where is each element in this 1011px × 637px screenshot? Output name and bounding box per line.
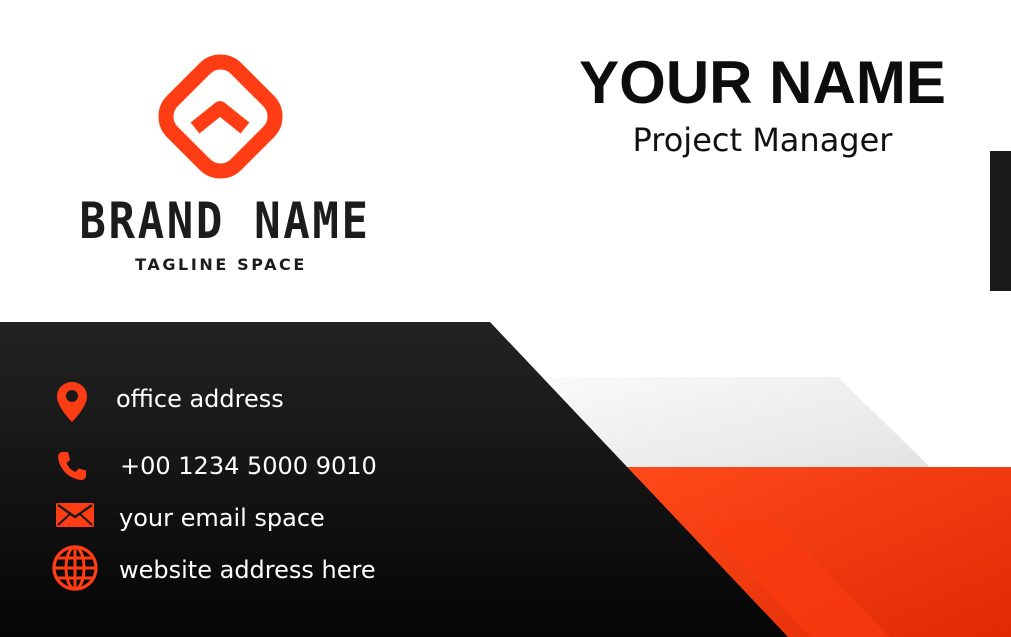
phone-text: +00 1234 5000 9010 xyxy=(120,452,377,480)
person-name: YOUR NAME xyxy=(579,49,946,116)
address-text: office address xyxy=(116,385,284,413)
phone-icon xyxy=(58,452,86,480)
brand-tagline: TAGLINE SPACE xyxy=(135,255,307,274)
side-accent-bar xyxy=(990,151,1011,291)
brand-name: BRAND NAME xyxy=(79,192,371,250)
globe-icon xyxy=(52,545,98,591)
business-card: BRAND NAME TAGLINE SPACE YOUR NAME Proje… xyxy=(0,0,1011,637)
website-text: website address here xyxy=(119,556,376,584)
email-text: your email space xyxy=(119,504,325,532)
brand-logo-icon xyxy=(158,54,283,179)
person-title: Project Manager xyxy=(632,121,893,159)
location-pin-icon xyxy=(57,382,87,422)
envelope-icon xyxy=(56,503,94,527)
